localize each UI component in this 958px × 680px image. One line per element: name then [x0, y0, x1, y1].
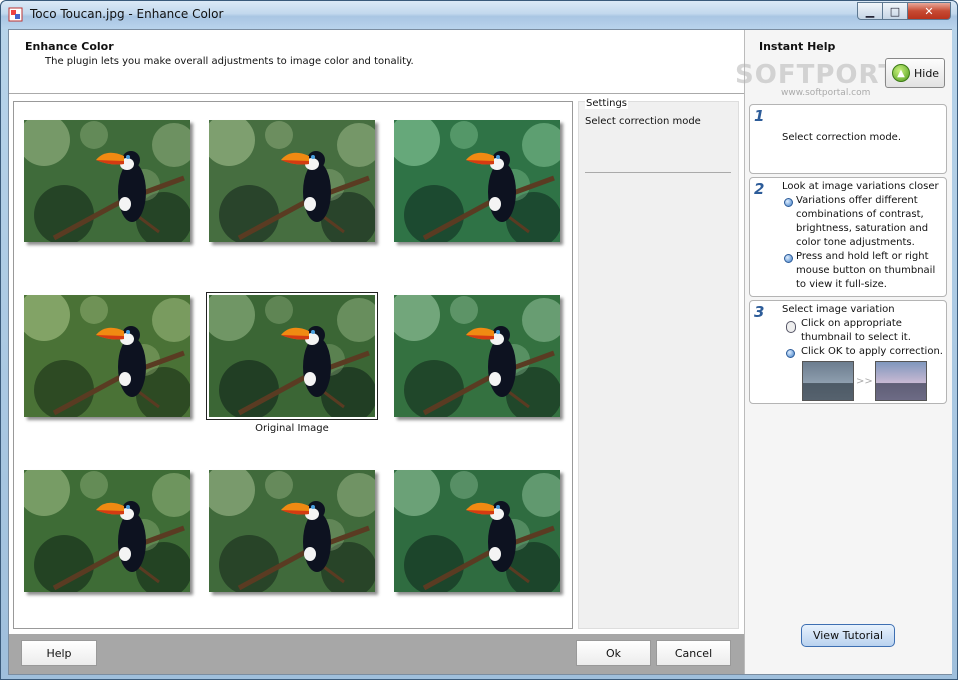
page-title: Enhance Color — [25, 40, 114, 53]
toucan-image — [209, 295, 375, 417]
view-tutorial-button[interactable]: View Tutorial — [801, 624, 895, 647]
thumbnail-variation-8[interactable] — [209, 470, 375, 592]
thumbnail-variation-4[interactable] — [24, 295, 190, 417]
hide-icon: ▲ — [892, 64, 910, 82]
step-heading: Look at image variations closer — [782, 181, 939, 192]
step-bullet: Variations offer different combinations … — [796, 195, 929, 248]
step-number: 3 — [754, 303, 765, 321]
thumbnail-variation-2[interactable] — [209, 120, 375, 242]
thumbnail-variation-7[interactable] — [24, 470, 190, 592]
ok-button[interactable]: Ok — [576, 640, 651, 666]
hide-label: Hide — [914, 66, 940, 80]
step-heading: Select image variation — [782, 304, 895, 315]
watermark-url: www.softportal.com — [781, 88, 871, 98]
mouse-icon — [786, 321, 796, 333]
step-bullet: Click on appropriate thumbnail to select… — [801, 318, 911, 343]
arrow-icon: >> — [856, 375, 873, 387]
example-before-image — [802, 361, 854, 401]
page-description: The plugin lets you make overall adjustm… — [45, 56, 414, 67]
help-button[interactable]: Help — [21, 640, 97, 666]
thumbnail-variation-3[interactable] — [394, 120, 560, 242]
close-icon: ✕ — [924, 4, 934, 18]
app-icon — [8, 7, 23, 22]
dialog-client: Enhance Color The plugin lets you make o… — [8, 29, 952, 675]
variations-grid: Original Image — [13, 101, 573, 629]
toucan-image — [24, 295, 190, 417]
step-number: 1 — [754, 107, 765, 125]
step-number: 2 — [754, 180, 765, 198]
divider — [585, 172, 731, 173]
thumbnail-variation-1[interactable] — [24, 120, 190, 242]
toucan-image — [209, 120, 375, 242]
title-bar[interactable]: Toco Toucan.jpg - Enhance Color ▁ □ ✕ — [1, 1, 957, 29]
cancel-button[interactable]: Cancel — [656, 640, 731, 666]
help-step-2: 2 Look at image variations closer Variat… — [749, 177, 947, 297]
instant-help-title: Instant Help — [759, 40, 836, 53]
settings-title: Settings — [585, 98, 629, 109]
settings-panel: Settings Select correction mode — [578, 98, 739, 629]
thumbnail-variation-9[interactable] — [394, 470, 560, 592]
help-step-1: 1 Select correction mode. — [749, 104, 947, 174]
toucan-image — [394, 295, 560, 417]
instant-help-panel: Instant Help SOFTPORTAL www.softportal.c… — [735, 30, 952, 674]
toucan-image — [209, 470, 375, 592]
toucan-image — [24, 470, 190, 592]
minimize-button[interactable]: ▁ — [857, 2, 883, 20]
example-images: >> — [802, 361, 927, 401]
toucan-image — [394, 470, 560, 592]
settings-mode-label: Select correction mode — [585, 116, 701, 127]
help-step-3: 3 Select image variation Click on approp… — [749, 300, 947, 404]
bullet-icon — [784, 198, 793, 207]
toucan-image — [24, 120, 190, 242]
original-image-label: Original Image — [255, 423, 329, 434]
minimize-icon: ▁ — [865, 4, 875, 18]
example-after-image — [874, 361, 927, 401]
button-bar: Help Ok Cancel — [9, 634, 744, 674]
maximize-button[interactable]: □ — [882, 2, 908, 20]
app-window: Toco Toucan.jpg - Enhance Color ▁ □ ✕ En… — [0, 0, 958, 680]
bullet-icon — [786, 349, 795, 358]
close-button[interactable]: ✕ — [907, 2, 951, 20]
toucan-image — [394, 120, 560, 242]
thumbnail-original[interactable] — [206, 292, 378, 420]
step-text: Select correction mode. — [782, 132, 901, 143]
step-bullet: Press and hold left or right mouse butto… — [796, 251, 936, 290]
maximize-icon: □ — [889, 4, 901, 18]
step-bullet: Click OK to apply correction. — [801, 346, 943, 357]
window-title: Toco Toucan.jpg - Enhance Color — [30, 7, 224, 21]
thumbnail-variation-6[interactable] — [394, 295, 560, 417]
dialog-header: Enhance Color The plugin lets you make o… — [9, 30, 744, 94]
bullet-icon — [784, 254, 793, 263]
hide-button[interactable]: ▲ Hide — [885, 58, 945, 88]
